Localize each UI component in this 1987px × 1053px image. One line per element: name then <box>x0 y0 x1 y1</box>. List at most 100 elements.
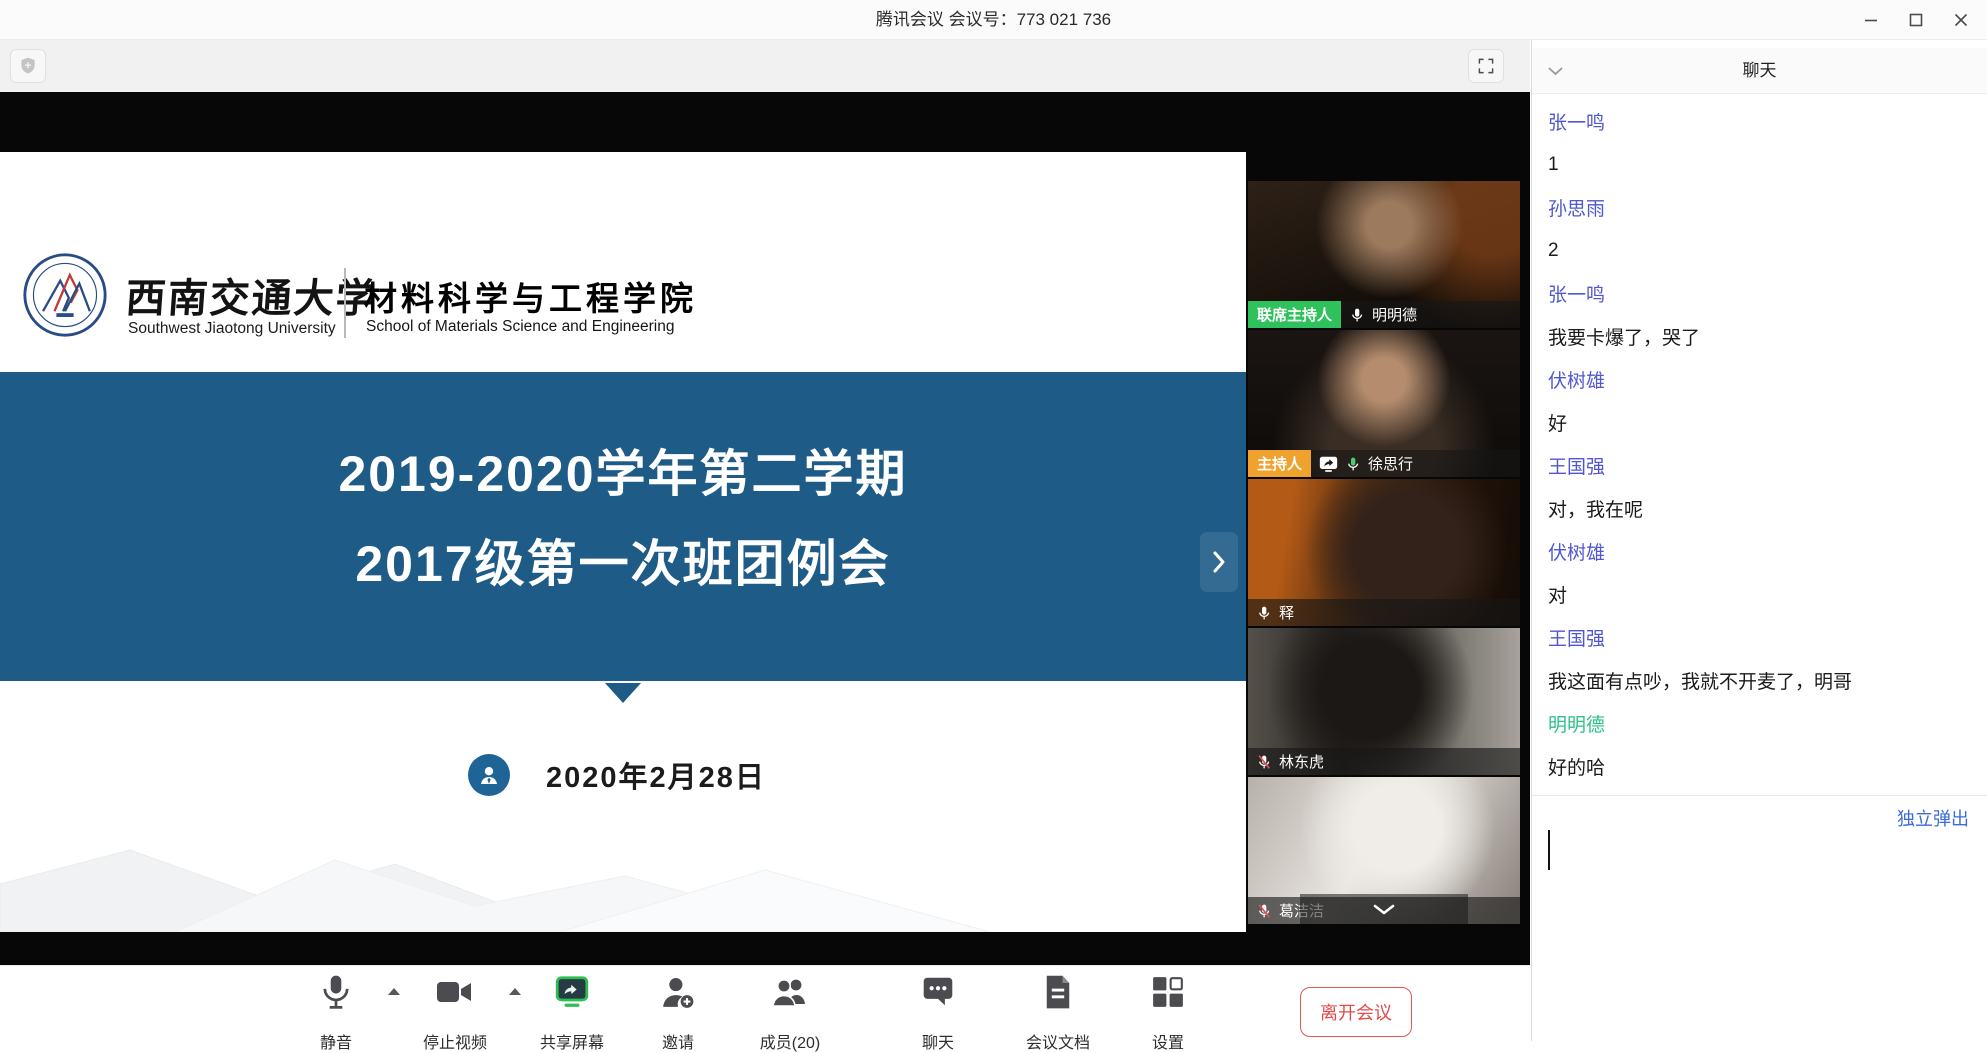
chat-title: 聊天 <box>1532 48 1987 94</box>
share-screen-icon <box>554 974 590 1010</box>
camera-icon <box>435 974 475 1010</box>
window-title: 腾讯会议 会议号：773 021 736 <box>0 0 1987 40</box>
close-button[interactable] <box>1938 0 1983 40</box>
document-icon <box>1042 974 1074 1010</box>
chat-message: 1 <box>1532 143 1987 186</box>
chat-sender: 王国强 <box>1532 616 1987 659</box>
mic-muted-icon <box>1256 903 1272 919</box>
video-tile-lindonghu[interactable]: 林东虎 <box>1248 628 1520 775</box>
participant-info-bar: 林东虎 <box>1248 748 1520 775</box>
participant-name: 林东虎 <box>1279 751 1324 772</box>
share-screen-button[interactable]: 共享屏幕 <box>524 974 620 1053</box>
chat-message: 对 <box>1532 573 1987 616</box>
fullscreen-icon <box>1477 57 1495 75</box>
slide-title-line1: 2019-2020学年第二学期 <box>0 434 1246 506</box>
person-icon <box>477 763 501 787</box>
band-pointer-triangle <box>605 683 641 703</box>
school-name-en: School of Materials Science and Engineer… <box>366 318 674 336</box>
chat-sender: 伏树雄 <box>1532 530 1987 573</box>
participant-name: 释 <box>1279 602 1294 623</box>
participant-info-bar: 释 <box>1248 599 1520 626</box>
slide-date-row: 2020年2月28日 <box>468 753 766 797</box>
camera-options-caret[interactable] <box>509 988 521 995</box>
chevron-right-icon <box>1212 550 1226 574</box>
cohost-badge: 联席主持人 <box>1248 301 1341 328</box>
toolbar-item-label: 静音 <box>288 1029 384 1053</box>
chat-message: 2 <box>1532 229 1987 272</box>
minimize-button[interactable] <box>1848 0 1893 40</box>
mic-icon <box>319 974 353 1010</box>
participant-info-bar: 主持人 徐思行 <box>1248 450 1520 477</box>
maximize-button[interactable] <box>1893 0 1938 40</box>
chat-message: 好的哈 <box>1532 745 1987 788</box>
settings-button[interactable]: 设置 <box>1120 974 1216 1053</box>
toolbar-item-label: 共享屏幕 <box>524 1029 620 1053</box>
meeting-toolbar: 静音 停止视频 共享屏幕 邀请 成员( <box>0 965 1530 1041</box>
presentation-stage: 西南交通大学 Southwest Jiaotong University 材料科… <box>0 92 1530 965</box>
decorative-mountains <box>0 832 1246 932</box>
video-tile-gejiejie[interactable]: 葛洁洁 <box>1248 777 1520 924</box>
mute-button[interactable]: 静音 <box>288 974 384 1053</box>
fullscreen-button[interactable] <box>1468 49 1504 83</box>
video-tile-shi[interactable]: 释 <box>1248 479 1520 626</box>
mic-muted-icon <box>1256 754 1272 770</box>
members-button[interactable]: 成员(20) <box>742 974 838 1053</box>
participant-info-bar: 联席主持人 明明德 <box>1248 301 1520 328</box>
chat-sender: 张一鸣 <box>1532 100 1987 143</box>
leave-meeting-button[interactable]: 离开会议 <box>1300 987 1412 1037</box>
mic-on-icon <box>1349 307 1365 323</box>
host-badge: 主持人 <box>1248 450 1311 477</box>
chevron-down-icon <box>1373 904 1395 915</box>
chat-message: 我要卡爆了，哭了 <box>1532 315 1987 358</box>
chat-message-list: 张一鸣 1 孙思雨 2 张一鸣 我要卡爆了，哭了 伏树雄 好 王国强 对，我在呢… <box>1532 100 1987 788</box>
chat-input-divider <box>1532 795 1987 796</box>
slide-title-band: 2019-2020学年第二学期 2017级第一次班团例会 <box>0 372 1246 681</box>
video-tile-mingmingde[interactable]: 联席主持人 明明德 <box>1248 181 1520 328</box>
toolbar-item-label: 邀请 <box>630 1029 726 1053</box>
mic-on-icon <box>1256 605 1272 621</box>
mic-options-caret[interactable] <box>388 988 400 995</box>
chat-sender: 王国强 <box>1532 444 1987 487</box>
members-icon <box>771 974 809 1010</box>
invite-button[interactable]: 邀请 <box>630 974 726 1053</box>
chat-sender: 伏树雄 <box>1532 358 1987 401</box>
chat-message: 对，我在呢 <box>1532 487 1987 530</box>
video-tile-xusixing[interactable]: 主持人 徐思行 <box>1248 330 1520 477</box>
chat-input-area[interactable] <box>1532 828 1987 1041</box>
chat-button[interactable]: 聊天 <box>890 974 986 1053</box>
chat-header: 聊天 <box>1532 48 1987 94</box>
window-controls <box>1848 0 1983 40</box>
mic-speaking-icon <box>1345 456 1361 472</box>
meeting-docs-button[interactable]: 会议文档 <box>1010 974 1106 1053</box>
toolbar-item-label: 会议文档 <box>1010 1029 1106 1053</box>
text-cursor <box>1548 830 1550 870</box>
window-titlebar: 腾讯会议 会议号：773 021 736 <box>0 0 1987 40</box>
collapse-video-strip-button[interactable] <box>1300 894 1468 924</box>
maximize-icon <box>1908 12 1924 28</box>
chat-sender: 张一鸣 <box>1532 272 1987 315</box>
university-emblem <box>22 252 108 338</box>
university-name-cn: 西南交通大学 <box>124 266 343 324</box>
toolbar-item-label: 设置 <box>1120 1029 1216 1053</box>
chat-message: 好 <box>1532 401 1987 444</box>
logo-divider <box>344 268 346 338</box>
slide-title-line2: 2017级第一次班团例会 <box>0 524 1246 596</box>
screen-share-icon <box>1319 456 1338 472</box>
stop-video-button[interactable]: 停止视频 <box>407 974 503 1053</box>
meeting-security-button[interactable] <box>10 49 46 83</box>
minimize-icon <box>1863 12 1879 28</box>
presenter-avatar-icon <box>468 754 510 796</box>
toolbar-item-label: 聊天 <box>890 1029 986 1053</box>
next-slide-button[interactable] <box>1200 532 1238 592</box>
shield-plus-icon <box>18 56 38 76</box>
settings-grid-icon <box>1151 974 1185 1010</box>
toolbar-item-label: 停止视频 <box>407 1029 503 1053</box>
shared-slide: 西南交通大学 Southwest Jiaotong University 材料科… <box>0 152 1246 932</box>
chat-sender: 明明德 <box>1532 702 1987 745</box>
university-name-en: Southwest Jiaotong University <box>128 320 336 338</box>
chat-panel: 聊天 张一鸣 1 孙思雨 2 张一鸣 我要卡爆了，哭了 伏树雄 好 王国强 对，… <box>1531 40 1987 1041</box>
chat-sender: 孙思雨 <box>1532 186 1987 229</box>
invite-person-icon <box>660 974 696 1010</box>
school-name-cn: 材料科学与工程学院 <box>364 272 697 320</box>
chat-message: 我这面有点吵，我就不开麦了，明哥 <box>1532 659 1987 702</box>
